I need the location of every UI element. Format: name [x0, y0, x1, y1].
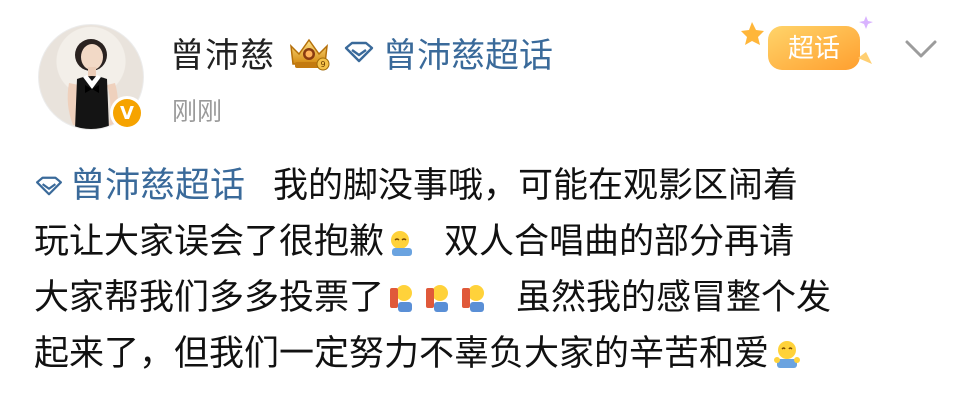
post-text: 虽然我的感冒整个发 [516, 278, 832, 318]
diamond-topic-icon [35, 176, 63, 196]
topic-link[interactable]: 曾沛慈超话 [343, 28, 553, 77]
verified-badge: V [110, 96, 144, 130]
post-text: 双人合唱曲的部分再请 [444, 222, 795, 262]
post-text: 大家帮我们多多投票了 [34, 278, 385, 318]
verified-icon: V [113, 99, 141, 127]
cheering-emoji-icon [390, 285, 413, 312]
crown-level-badge-icon[interactable]: 9 [285, 32, 333, 72]
timestamp: 刚刚 [172, 97, 223, 126]
cheering-emoji-icon [462, 285, 485, 312]
bowing-emoji-icon [391, 231, 413, 256]
weibo-post: V 曾沛慈 9 曾沛慈超话 刚刚 超话 曾沛慈超话 我的脚没事哦，可能在观影区闹… [0, 0, 964, 416]
username[interactable]: 曾沛慈 [170, 28, 275, 77]
super-topic-label: 超话 [788, 34, 840, 64]
content-line-4: 起来了，但我们一定努力不辜负大家的辛苦和爱 [34, 326, 934, 382]
content-line-3: 大家帮我们多多投票了 虽然我的感冒整个发 [34, 270, 934, 326]
content-line-2: 玩让大家误会了很抱歉 双人合唱曲的部分再请 [34, 214, 934, 270]
content-line-1: 曾沛慈超话 我的脚没事哦，可能在观影区闹着 [34, 158, 934, 214]
hug-emoji-icon [774, 341, 801, 368]
svg-text:9: 9 [320, 60, 325, 69]
avatar-container[interactable]: V [38, 24, 150, 136]
inline-topic-label: 曾沛慈超话 [70, 166, 246, 206]
post-text: 起来了，但我们一定努力不辜负大家的辛苦和爱 [34, 334, 770, 374]
inline-topic-tag[interactable]: 曾沛慈超话 [34, 158, 245, 214]
super-topic-badge[interactable]: 超话 [740, 12, 880, 78]
chevron-down-icon[interactable] [902, 34, 940, 64]
diamond-topic-icon [344, 41, 374, 63]
topic-link-label: 曾沛慈超话 [383, 35, 553, 76]
name-row: 曾沛慈 9 曾沛慈超话 [170, 27, 553, 77]
post-text: 我的脚没事哦，可能在观影区闹着 [273, 166, 799, 206]
post-content: 曾沛慈超话 我的脚没事哦，可能在观影区闹着 玩让大家误会了很抱歉 双人合唱曲的部… [34, 158, 934, 382]
post-text: 玩让大家误会了很抱歉 [34, 222, 385, 262]
cheering-emoji-icon [426, 285, 449, 312]
